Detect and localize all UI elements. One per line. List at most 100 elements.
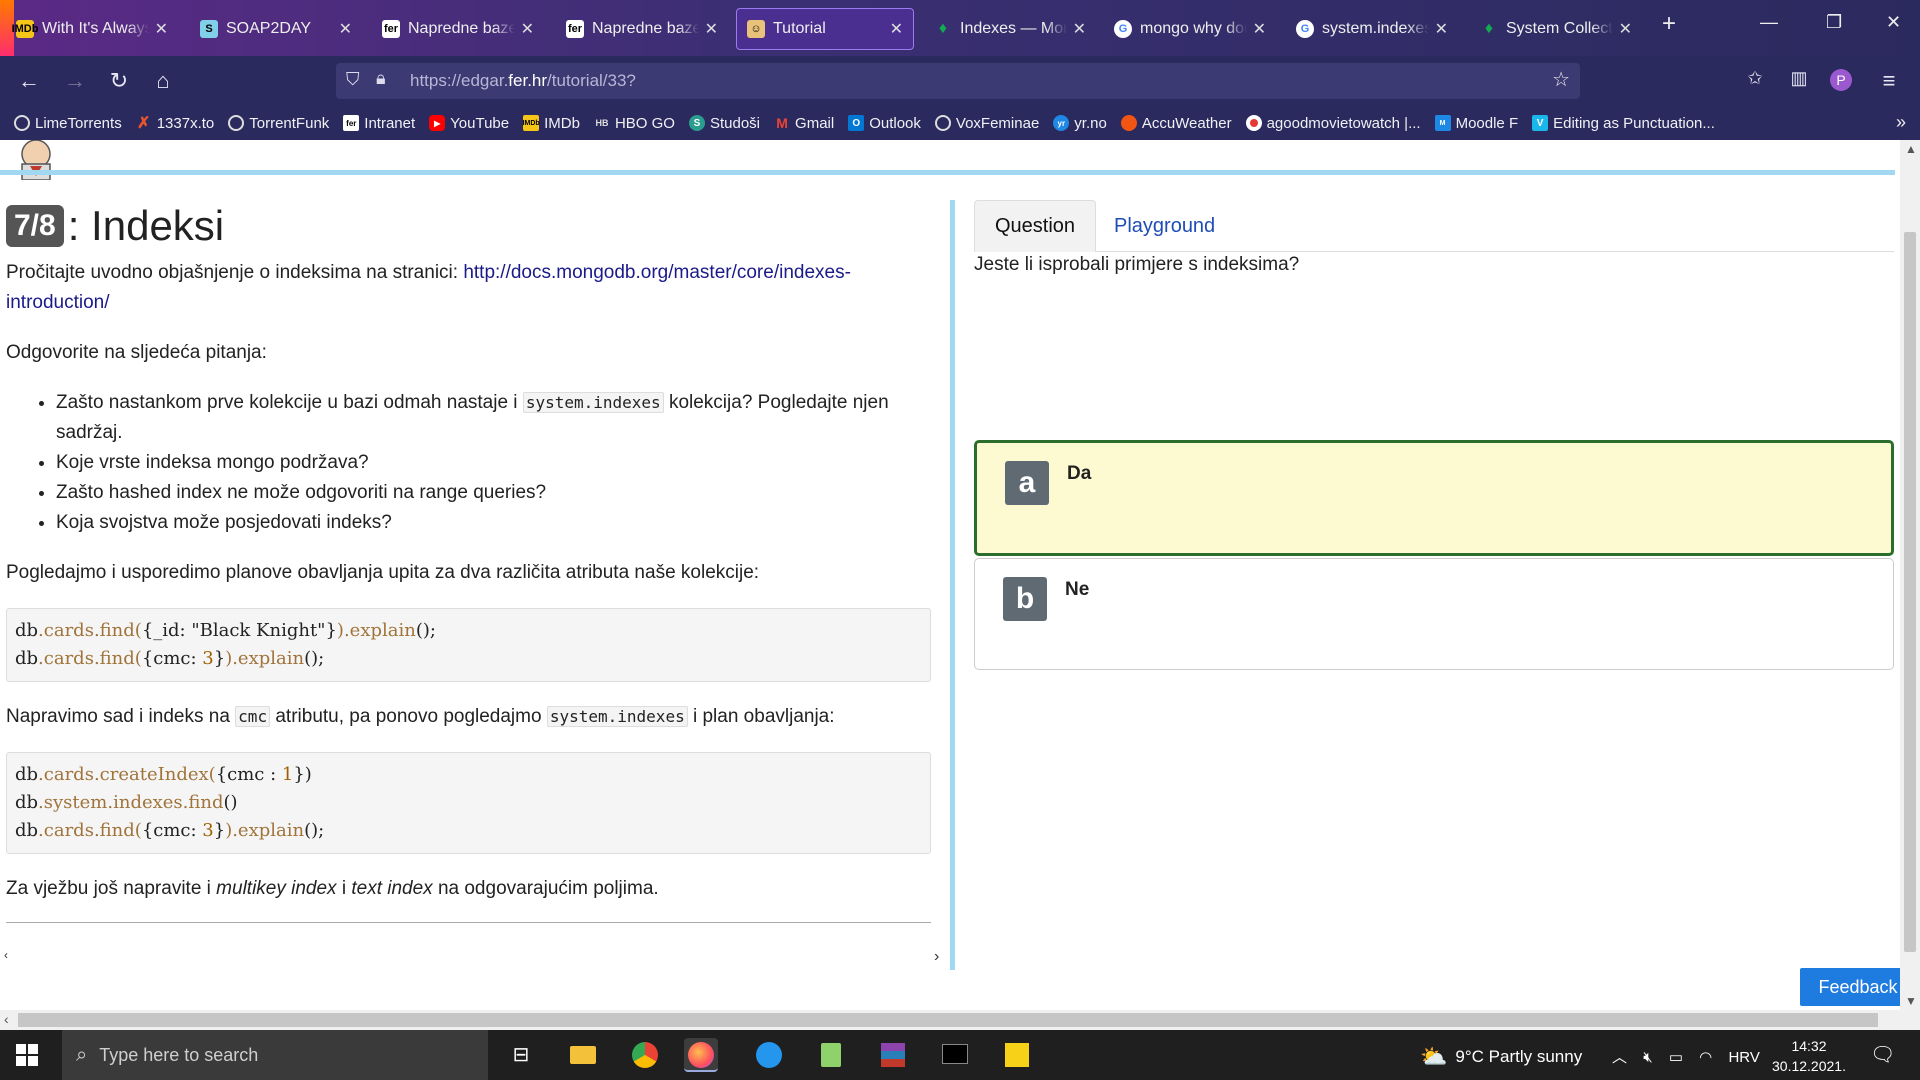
close-icon[interactable]: ✕ bbox=[1253, 19, 1266, 39]
chrome-icon[interactable] bbox=[628, 1038, 662, 1072]
close-icon[interactable]: ✕ bbox=[890, 19, 903, 39]
fer-icon: fer bbox=[343, 115, 360, 131]
taskbar-search[interactable]: ⌕ Type here to search bbox=[62, 1030, 488, 1080]
bookmark-agoodmovietowatch[interactable]: agoodmovietowatch |... bbox=[1245, 115, 1421, 132]
shield-icon[interactable]: ⛉ bbox=[346, 69, 360, 90]
scrollbar-thumb[interactable] bbox=[18, 1013, 1878, 1027]
scrollbar-thumb[interactable] bbox=[1904, 232, 1916, 952]
tab-9[interactable]: ♦ System Collectio ✕ bbox=[1470, 8, 1642, 50]
bookmark-outlook[interactable]: O Outlook bbox=[848, 115, 921, 132]
more-bookmarks-icon[interactable]: » bbox=[1896, 112, 1906, 133]
tab-7[interactable]: G mongo why don't ✕ bbox=[1104, 8, 1276, 50]
close-icon[interactable]: ✕ bbox=[1619, 19, 1632, 39]
close-icon[interactable]: ✕ bbox=[1073, 19, 1086, 39]
bookmark-imdb[interactable]: IMDb IMDb bbox=[523, 115, 580, 132]
speaker-muted-icon[interactable]: 🔇︎ bbox=[1643, 1049, 1652, 1066]
restore-icon[interactable]: ❐ bbox=[1826, 12, 1842, 33]
vertical-scrollbar[interactable]: ▲ ▼ bbox=[1900, 140, 1920, 1010]
tab-playground[interactable]: Playground bbox=[1094, 200, 1235, 252]
minimize-icon[interactable]: — bbox=[1760, 12, 1778, 33]
bookmark-label: LimeTorrents bbox=[35, 114, 122, 132]
winrar-icon[interactable] bbox=[876, 1038, 910, 1072]
index-paragraph: Napravimo sad i indeks na cmc atributu, … bbox=[6, 706, 835, 727]
notepad-icon[interactable] bbox=[814, 1038, 848, 1072]
url-text[interactable]: https://edgar.fer.hr/tutorial/33? bbox=[410, 71, 636, 91]
weather-widget[interactable]: ⛅ 9°C Partly sunny bbox=[1420, 1044, 1582, 1070]
tab-2[interactable]: S SOAP2DAY ✕ bbox=[190, 8, 362, 50]
x-icon: ✗ bbox=[137, 115, 151, 132]
pocket-icon[interactable]: ✩ bbox=[1742, 68, 1768, 89]
answer-option-b[interactable]: b Ne bbox=[974, 558, 1894, 670]
bookmark-intranet[interactable]: fer Intranet bbox=[343, 115, 415, 132]
answer-option-a[interactable]: a Da bbox=[974, 440, 1894, 556]
bookmark-yr[interactable]: yr yr.no bbox=[1053, 115, 1107, 132]
bookmark-moodle[interactable]: M Moodle F bbox=[1434, 115, 1518, 132]
tab-question[interactable]: Question bbox=[974, 200, 1097, 252]
feedback-button[interactable]: Feedback bbox=[1800, 968, 1900, 1006]
scroll-up-icon[interactable]: ▲ bbox=[1905, 142, 1917, 156]
horizontal-scrollbar[interactable]: ‹ bbox=[0, 1010, 1920, 1030]
bookmark-youtube[interactable]: ▶ YouTube bbox=[429, 115, 509, 132]
tab-8[interactable]: G system.indexes m ✕ bbox=[1286, 8, 1458, 50]
list-item: Koje vrste indeksa mongo podržava? bbox=[56, 448, 931, 478]
back-arrow-icon[interactable]: ← bbox=[16, 68, 42, 94]
address-bar[interactable]: ⛉ 🔒︎ https://edgar.fer.hr/tutorial/33? ☆ bbox=[336, 63, 1580, 99]
close-icon[interactable]: ✕ bbox=[155, 19, 168, 39]
lock-icon[interactable]: 🔒︎ bbox=[376, 68, 386, 89]
windows-start-icon[interactable] bbox=[16, 1044, 38, 1066]
tab-3[interactable]: fer Napredne baze p ✕ bbox=[372, 8, 544, 50]
home-icon[interactable]: ⌂ bbox=[150, 68, 176, 94]
code-line: db.cards.createIndex({cmc : 1}) bbox=[15, 764, 312, 785]
close-icon[interactable]: ✕ bbox=[1435, 19, 1448, 39]
bookmark-voxfeminae[interactable]: VoxFeminae bbox=[934, 115, 1039, 132]
tab-6[interactable]: ♦ Indexes — Mong ✕ bbox=[924, 8, 1096, 50]
battery-icon[interactable]: ▭ bbox=[1669, 1049, 1683, 1066]
scroll-left-icon[interactable]: ‹ bbox=[4, 948, 8, 962]
hbo-icon: HB bbox=[595, 118, 609, 128]
bookmark-studosi[interactable]: S Studoši bbox=[688, 115, 760, 132]
terminal-icon[interactable] bbox=[938, 1038, 972, 1072]
code-line: db.system.indexes.find() bbox=[15, 792, 238, 813]
reload-icon[interactable]: ↻ bbox=[106, 68, 132, 94]
firefox-icon[interactable] bbox=[684, 1038, 718, 1072]
new-tab-button[interactable]: + bbox=[1662, 10, 1676, 38]
wifi-icon[interactable]: ◠ bbox=[1699, 1049, 1712, 1066]
profile-avatar[interactable]: P bbox=[1830, 69, 1852, 91]
menu-icon[interactable]: ≡ bbox=[1876, 68, 1902, 94]
code-line: db.cards.find({_id: "Black Knight"}).exp… bbox=[15, 620, 436, 641]
tab-1[interactable]: IMDb With It's Always S ✕ bbox=[6, 8, 178, 50]
answer-prompt: Odgovorite na sljedeća pitanja: bbox=[6, 342, 267, 363]
task-view-icon[interactable]: ⊟ bbox=[504, 1038, 538, 1072]
close-icon[interactable]: ✕ bbox=[339, 19, 352, 39]
file-explorer-icon[interactable] bbox=[566, 1038, 600, 1072]
close-icon[interactable]: ✕ bbox=[521, 19, 534, 39]
tab-4[interactable]: fer Napredne baze p ✕ bbox=[556, 8, 728, 50]
bookmark-gmail[interactable]: M Gmail bbox=[774, 115, 834, 132]
docker-icon[interactable] bbox=[752, 1038, 786, 1072]
bookmark-hbo-go[interactable]: HB HBO GO bbox=[594, 115, 675, 132]
tab-tutorial[interactable]: ☺ Tutorial ✕ bbox=[736, 8, 914, 50]
bookmark-star-icon[interactable]: ☆ bbox=[1552, 67, 1570, 92]
notifications-icon[interactable]: 🗨︎ bbox=[1870, 1042, 1895, 1067]
close-icon[interactable]: ✕ bbox=[705, 19, 718, 39]
bookmark-accuweather[interactable]: AccuWeather bbox=[1120, 115, 1232, 132]
clock[interactable]: 14:32 30.12.2021. bbox=[1772, 1036, 1846, 1076]
language-indicator[interactable]: HRV bbox=[1728, 1049, 1759, 1066]
bookmark-label: Outlook bbox=[869, 114, 921, 132]
bookmark-limetorrents[interactable]: LimeTorrents bbox=[14, 115, 122, 132]
sidebar-icon[interactable]: ▥ bbox=[1786, 68, 1812, 89]
partly-sunny-icon: ⛅ bbox=[1420, 1044, 1448, 1069]
scroll-left-icon[interactable]: ‹ bbox=[4, 1011, 9, 1027]
sticky-notes-icon[interactable] bbox=[1000, 1038, 1034, 1072]
window-close-icon[interactable]: ✕ bbox=[1886, 12, 1901, 33]
bookmark-torrentfunk[interactable]: TorrentFunk bbox=[228, 115, 329, 132]
clock-date: 30.12.2021. bbox=[1772, 1058, 1846, 1074]
google-icon: G bbox=[1114, 20, 1132, 38]
scroll-down-icon[interactable]: ▼ bbox=[1905, 994, 1917, 1008]
scroll-right-icon[interactable]: › bbox=[934, 948, 939, 966]
bookmark-1337x[interactable]: ✗ 1337x.to bbox=[136, 115, 214, 133]
forward-arrow-icon[interactable]: → bbox=[62, 68, 88, 94]
bookmark-editing-as-punctuation[interactable]: V Editing as Punctuation... bbox=[1532, 115, 1715, 132]
tab-title: With It's Always S bbox=[42, 20, 149, 37]
chevron-up-icon[interactable]: ︿ bbox=[1612, 1049, 1627, 1066]
